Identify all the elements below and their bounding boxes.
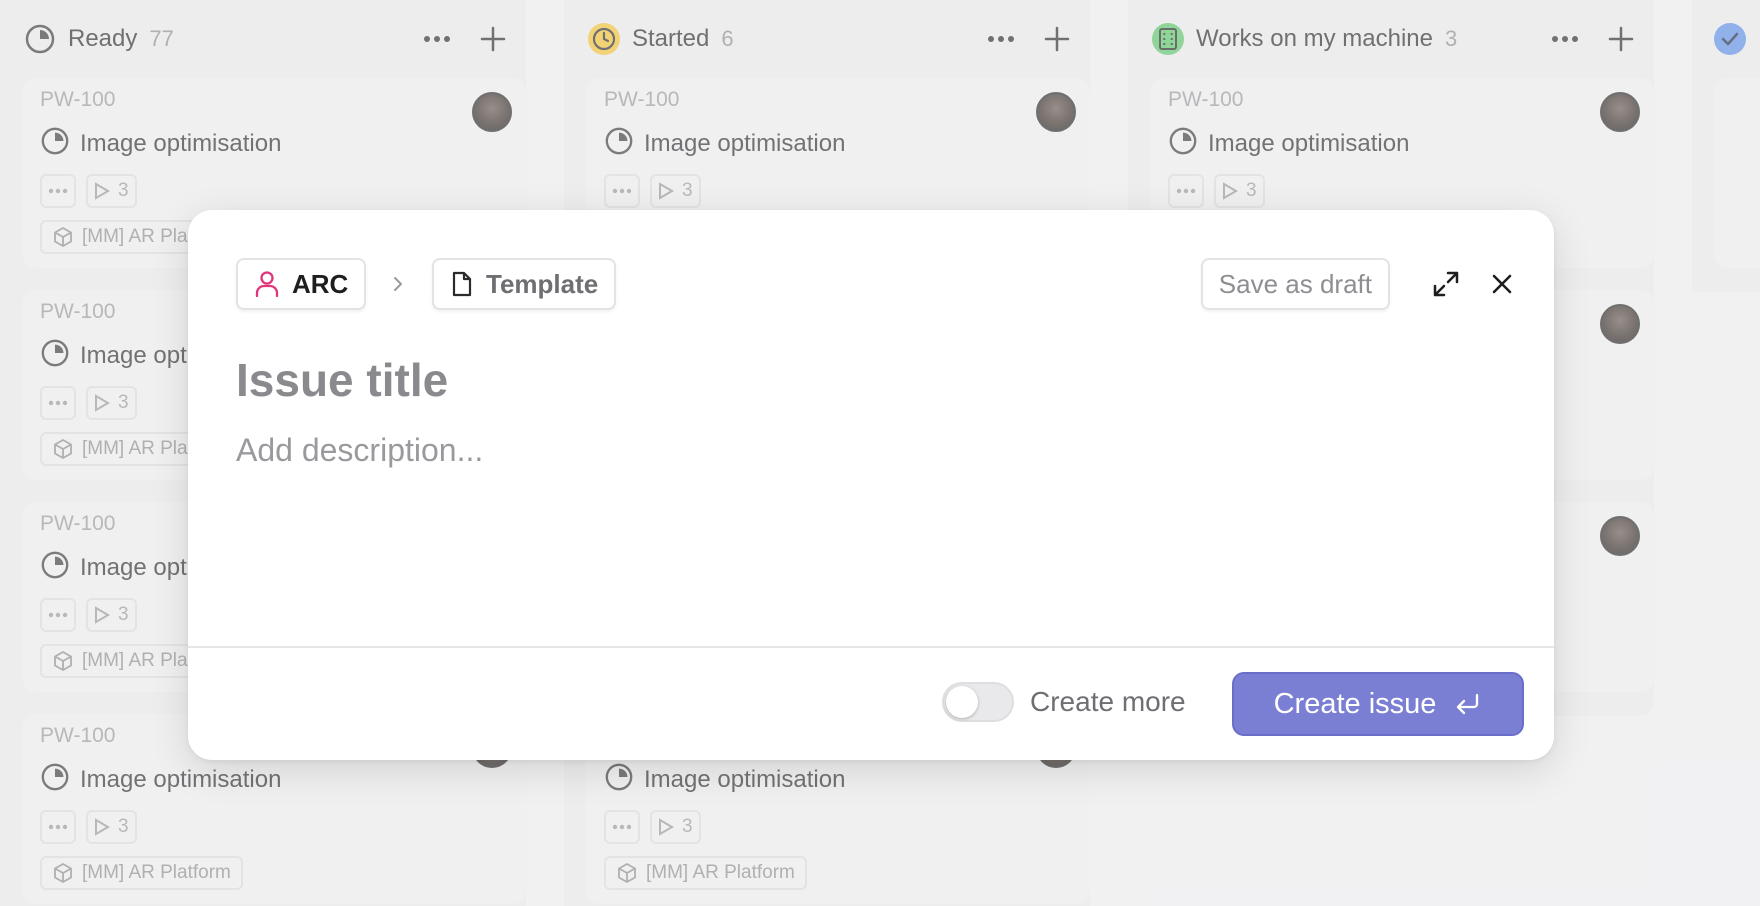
create-more-toggle[interactable] (942, 682, 1014, 722)
issue-title-input[interactable] (236, 350, 1436, 410)
create-issue-dialog: ARC Template Save as draft Create more C… (188, 210, 1554, 760)
chevron-right-icon (386, 270, 410, 298)
save-as-draft-button[interactable]: Save as draft (1200, 258, 1390, 310)
team-name: ARC (292, 268, 349, 299)
issue-description-input[interactable] (236, 432, 1496, 612)
expand-icon[interactable] (1428, 266, 1464, 302)
document-icon (452, 271, 472, 297)
template-label: Template (486, 268, 599, 299)
divider (188, 646, 1554, 648)
create-more-label: Create more (1030, 686, 1186, 717)
template-selector[interactable]: Template (432, 258, 617, 310)
create-issue-button[interactable]: Create issue (1232, 672, 1524, 736)
enter-key-icon (1457, 693, 1479, 715)
toggle-knob (946, 686, 978, 718)
team-selector[interactable]: ARC (236, 258, 367, 310)
close-icon[interactable] (1484, 266, 1520, 302)
create-issue-label: Create issue (1273, 687, 1437, 720)
user-icon (255, 271, 279, 298)
